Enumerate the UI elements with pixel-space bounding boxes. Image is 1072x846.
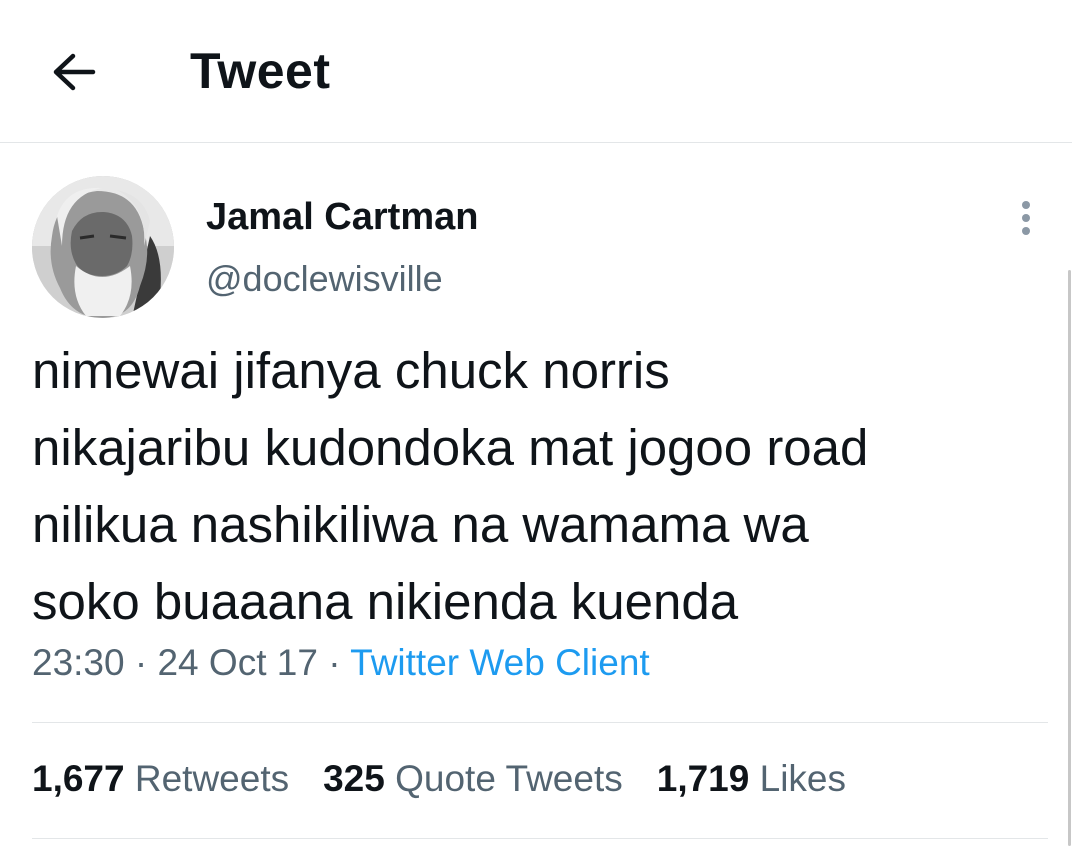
quote-tweets-label: Quote Tweets (395, 758, 623, 799)
arrow-left-icon (53, 53, 96, 91)
tweet-source-link[interactable]: Twitter Web Client (350, 642, 650, 683)
tweet-metadata: 23:30 · 24 Oct 17 · Twitter Web Client (32, 642, 650, 684)
avatar-image (32, 176, 174, 318)
quote-tweets-stat[interactable]: 325 Quote Tweets (323, 758, 623, 800)
tweet-date[interactable]: 24 Oct 17 (157, 642, 317, 683)
retweets-stat[interactable]: 1,677 Retweets (32, 758, 289, 800)
separator: · (134, 642, 148, 683)
separator: · (328, 642, 341, 683)
page-title: Tweet (190, 43, 331, 99)
likes-count: 1,719 (656, 758, 750, 799)
more-vertical-icon (1022, 201, 1030, 235)
divider (32, 722, 1048, 723)
avatar[interactable] (32, 176, 174, 318)
header: Tweet (0, 0, 1072, 143)
quote-tweets-count: 325 (323, 758, 385, 799)
back-button[interactable] (48, 46, 100, 98)
tweet-stats: 1,677 Retweets 325 Quote Tweets 1,719 Li… (32, 758, 846, 800)
retweets-count: 1,677 (32, 758, 125, 799)
divider (32, 838, 1048, 839)
author-display-name[interactable]: Jamal Cartman (206, 196, 478, 239)
retweets-label: Retweets (134, 758, 290, 799)
tweet-text: nimewai jifanya chuck norris nikajaribu … (32, 342, 869, 630)
scrollbar[interactable] (1068, 270, 1071, 846)
tweet-time[interactable]: 23:30 (32, 642, 125, 683)
more-options-button[interactable] (1006, 196, 1046, 240)
likes-label: Likes (759, 758, 847, 799)
author-handle[interactable]: @doclewisville (206, 258, 443, 300)
likes-stat[interactable]: 1,719 Likes (657, 758, 846, 800)
